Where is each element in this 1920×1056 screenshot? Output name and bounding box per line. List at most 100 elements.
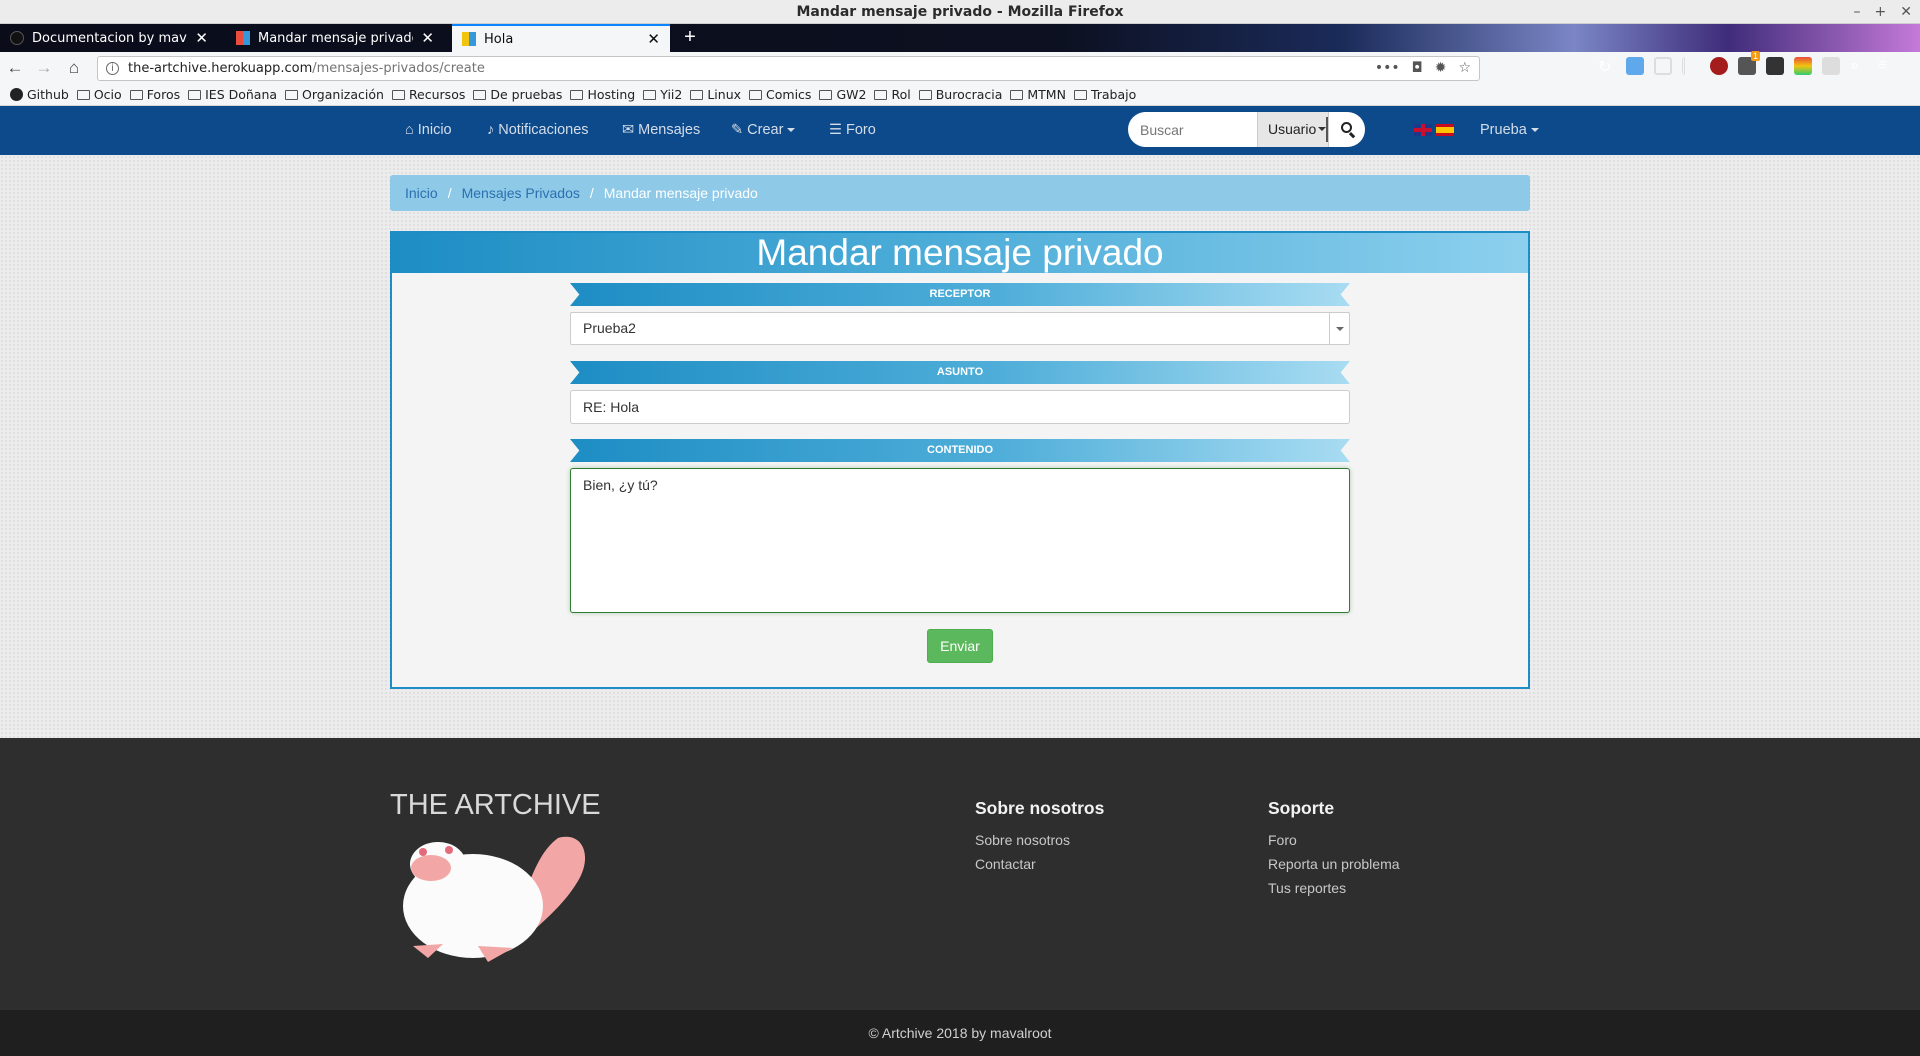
folder-icon xyxy=(1010,89,1024,100)
nav-messages[interactable]: ✉ Mensajes xyxy=(622,106,700,155)
bookmark-folder[interactable]: Linux xyxy=(690,87,741,102)
folder-icon xyxy=(473,89,487,100)
bookmark-folder[interactable]: Ocio xyxy=(76,87,122,102)
ext-wave-icon[interactable] xyxy=(1766,57,1784,75)
bookmark-folder[interactable]: Hosting xyxy=(570,87,635,102)
bookmark-star-icon[interactable]: ☆ xyxy=(1458,57,1471,80)
copyright: © Artchive 2018 by mavalroot xyxy=(0,1010,1920,1056)
close-window-icon[interactable]: ✕ xyxy=(1900,0,1912,24)
caret-down-icon xyxy=(1530,128,1539,133)
close-tab-icon[interactable]: ✕ xyxy=(195,29,208,47)
tab-hola[interactable]: Hola ✕ xyxy=(452,24,670,52)
select-arrow[interactable] xyxy=(1329,313,1349,344)
back-arrow-icon[interactable]: ← xyxy=(4,57,26,79)
bookmark-label: De pruebas xyxy=(490,87,563,102)
receptor-select[interactable]: Prueba2 xyxy=(570,312,1350,345)
menu-icon[interactable]: ≡ xyxy=(1878,57,1896,75)
overflow-icon[interactable]: » xyxy=(1850,57,1868,75)
tab-documentacion[interactable]: Documentacion by mavalroot ✕ xyxy=(0,24,218,52)
tab-label: Hola xyxy=(484,31,514,47)
maximize-icon[interactable]: + xyxy=(1875,0,1887,24)
download-icon[interactable] xyxy=(1626,57,1644,75)
caret-down-icon xyxy=(1318,127,1326,131)
bookmark-label: Github xyxy=(27,87,69,102)
nav-forum-label: Foro xyxy=(846,122,876,138)
asunto-input[interactable] xyxy=(570,390,1350,424)
page-actions-icon[interactable]: ••• xyxy=(1375,57,1400,80)
bookmark-label: Linux xyxy=(707,87,742,102)
notification-extension-icon[interactable]: 1 xyxy=(1738,51,1760,75)
site-navbar: ⌂Inicio ♪Notificaciones 0 ✉Mensajes 0 ✎C… xyxy=(0,106,1920,234)
close-tab-icon[interactable]: ✕ xyxy=(647,30,660,48)
bookmark-folder[interactable]: De pruebas xyxy=(473,87,562,102)
site-info-icon[interactable]: i xyxy=(106,62,119,75)
extension-icon[interactable] xyxy=(1654,57,1672,75)
nav-forum[interactable]: ☰ Foro xyxy=(829,106,876,155)
nav-messages-label: Mensajes xyxy=(638,122,701,138)
nav-notifications[interactable]: ♪ Notificaciones xyxy=(487,106,589,155)
nav-create-dropdown[interactable]: ✎ Crear xyxy=(731,106,796,155)
bookmark-folder[interactable]: Yii2 xyxy=(643,87,682,102)
folder-icon xyxy=(643,89,657,100)
footer-link-reporta[interactable]: Reporta un problema xyxy=(1268,856,1400,872)
bookmark-folder[interactable]: Trabajo xyxy=(1073,87,1136,102)
grid-icon[interactable] xyxy=(1822,57,1840,75)
contenido-label: CONTENIDO xyxy=(570,439,1350,462)
tab-mandar-mensaje[interactable]: Mandar mensaje privado ✕ xyxy=(226,24,444,52)
search-input[interactable] xyxy=(1128,112,1257,147)
home-icon[interactable]: ⌂ xyxy=(63,57,85,79)
folder-icon xyxy=(1073,89,1087,100)
ublock-icon[interactable] xyxy=(1710,57,1728,75)
tab-bar: Documentacion by mavalroot ✕ Mandar mens… xyxy=(0,24,1920,52)
bookmark-folder[interactable]: Foros xyxy=(129,87,180,102)
search-button[interactable] xyxy=(1328,112,1365,147)
folder-icon xyxy=(391,89,405,100)
reload-icon[interactable]: ↻ xyxy=(1598,57,1616,76)
bookmark-folder[interactable]: Burocracia xyxy=(918,87,1002,102)
footer-link-tus-reportes[interactable]: Tus reportes xyxy=(1268,880,1346,896)
footer-link-contactar[interactable]: Contactar xyxy=(975,856,1036,872)
caret-down-icon xyxy=(1336,327,1344,331)
pocket-icon[interactable]: ◘ xyxy=(1412,57,1423,80)
bookmark-label: GW2 xyxy=(836,87,867,102)
bookmark-folder[interactable]: GW2 xyxy=(819,87,866,102)
footer-link-sobre-nosotros[interactable]: Sobre nosotros xyxy=(975,832,1070,848)
url-bar[interactable]: i the-artchive.herokuapp.com/mensajes-pr… xyxy=(97,56,1480,81)
footer-link-foro[interactable]: Foro xyxy=(1268,832,1297,848)
bookmark-folder[interactable]: IES Doñana xyxy=(188,87,277,102)
list-icon: ☰ xyxy=(829,122,842,138)
minimize-icon[interactable]: – xyxy=(1854,0,1861,24)
bookmark-github[interactable]: Github xyxy=(10,87,69,102)
breadcrumb-mensajes-privados[interactable]: Mensajes Privados xyxy=(462,185,580,201)
close-tab-icon[interactable]: ✕ xyxy=(421,29,434,47)
nav-notifications-label: Notificaciones xyxy=(498,122,589,138)
nav-home[interactable]: ⌂ Inicio xyxy=(405,106,452,155)
flag-uk-icon[interactable] xyxy=(1414,124,1432,136)
library-icon[interactable] xyxy=(1682,57,1700,75)
folder-icon xyxy=(188,89,202,100)
breadcrumb-inicio[interactable]: Inicio xyxy=(405,185,438,201)
user-menu-dropdown[interactable]: Prueba xyxy=(1480,106,1539,155)
flag-es-icon[interactable] xyxy=(1436,124,1454,136)
pencil-icon: ✎ xyxy=(731,122,744,138)
forward-arrow-icon[interactable]: → xyxy=(33,57,55,79)
bookmark-folder[interactable]: MTMN xyxy=(1010,87,1066,102)
tracking-icon[interactable]: ✹ xyxy=(1435,57,1447,80)
url-actions: ••• ◘ ✹ ☆ xyxy=(1375,57,1471,80)
bookmark-label: Comics xyxy=(766,87,812,102)
bookmark-folder[interactable]: Recursos xyxy=(391,87,465,102)
asunto-label: ASUNTO xyxy=(570,361,1350,384)
new-tab-icon[interactable]: + xyxy=(680,24,700,52)
browser-toolbar: ← → ⌂ i the-artchive.herokuapp.com/mensa… xyxy=(0,51,1920,84)
bookmark-folder[interactable]: Comics xyxy=(749,87,811,102)
breadcrumb-current: Mandar mensaje privado xyxy=(603,185,758,201)
color-picker-icon[interactable] xyxy=(1794,57,1812,75)
bookmark-folder[interactable]: Rol xyxy=(874,87,911,102)
breadcrumb-separator: / xyxy=(589,185,594,201)
footer xyxy=(0,738,1920,1010)
url-host: the-artchive.herokuapp.com xyxy=(128,61,313,76)
search-scope-select[interactable]: Usuario xyxy=(1257,112,1328,147)
bookmark-folder[interactable]: Organización xyxy=(285,87,384,102)
contenido-textarea[interactable]: Bien, ¿y tú? xyxy=(570,468,1350,613)
submit-button[interactable]: Enviar xyxy=(927,629,993,663)
